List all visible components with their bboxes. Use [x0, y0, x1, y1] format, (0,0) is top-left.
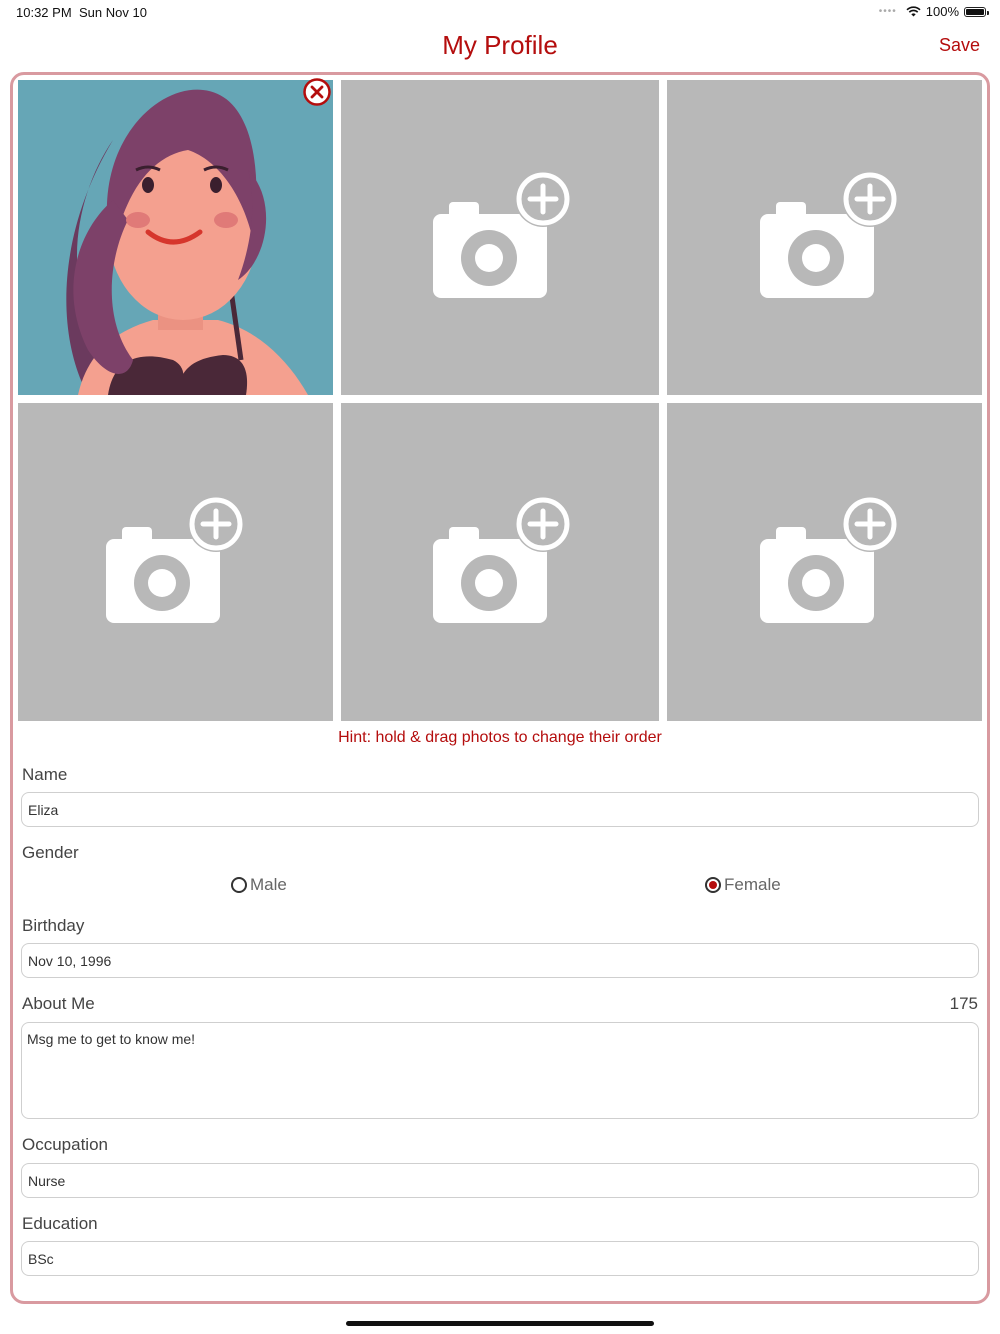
photo-slot-1[interactable]	[18, 80, 333, 395]
gender-option-male[interactable]: Male	[231, 875, 287, 895]
gender-option-label: Female	[724, 875, 781, 894]
battery-percent: 100%	[925, 4, 959, 19]
status-bar: 10:32 PM Sun Nov 10 •••• 100%	[0, 0, 1000, 24]
remove-photo-icon[interactable]	[303, 78, 331, 106]
photo-slot-2[interactable]	[341, 80, 659, 395]
status-time: 10:32 PM	[16, 5, 72, 20]
birthday-label: Birthday	[22, 916, 85, 935]
page-title: My Profile	[442, 30, 558, 60]
photo-slot-6[interactable]	[667, 403, 982, 721]
name-label: Name	[22, 765, 68, 784]
education-label: Education	[22, 1214, 98, 1233]
add-photo-icon	[433, 172, 571, 298]
add-photo-icon	[760, 172, 898, 298]
occupation-field[interactable]	[21, 1163, 979, 1198]
photo-slot-3[interactable]	[667, 80, 982, 395]
status-date: Sun Nov 10	[79, 5, 147, 20]
photo-slot-5[interactable]	[341, 403, 659, 721]
gender-label: Gender	[22, 843, 79, 862]
education-field[interactable]	[21, 1241, 979, 1276]
avatar-photo	[18, 80, 333, 395]
gender-option-female[interactable]: Female	[705, 875, 781, 895]
reorder-hint: Hint: hold & drag photos to change their…	[338, 729, 662, 746]
about-me-textarea[interactable]: Msg me to get to know me!	[21, 1022, 979, 1119]
save-button[interactable]: Save	[939, 35, 980, 56]
status-right: •••• 100%	[878, 4, 989, 19]
add-photo-icon	[760, 497, 898, 623]
about-me-label: About Me	[22, 994, 95, 1013]
battery-icon	[964, 6, 989, 17]
home-indicator[interactable]	[346, 1321, 654, 1326]
navigation-bar: My Profile Save	[0, 26, 1000, 66]
birthday-field[interactable]	[21, 943, 979, 978]
radio-button-unchecked[interactable]	[231, 877, 247, 893]
photo-slot-4[interactable]	[18, 403, 333, 721]
about-me-char-count: 175	[949, 994, 978, 1013]
battery-level	[966, 8, 984, 15]
radio-button-checked[interactable]	[705, 877, 721, 893]
occupation-label: Occupation	[22, 1135, 108, 1154]
add-photo-icon	[106, 497, 244, 623]
wifi-icon	[906, 6, 921, 17]
add-photo-icon	[433, 497, 571, 623]
cellular-signal-icon: ••••	[878, 6, 897, 17]
name-field[interactable]	[21, 792, 979, 827]
gender-option-label: Male	[250, 875, 287, 894]
